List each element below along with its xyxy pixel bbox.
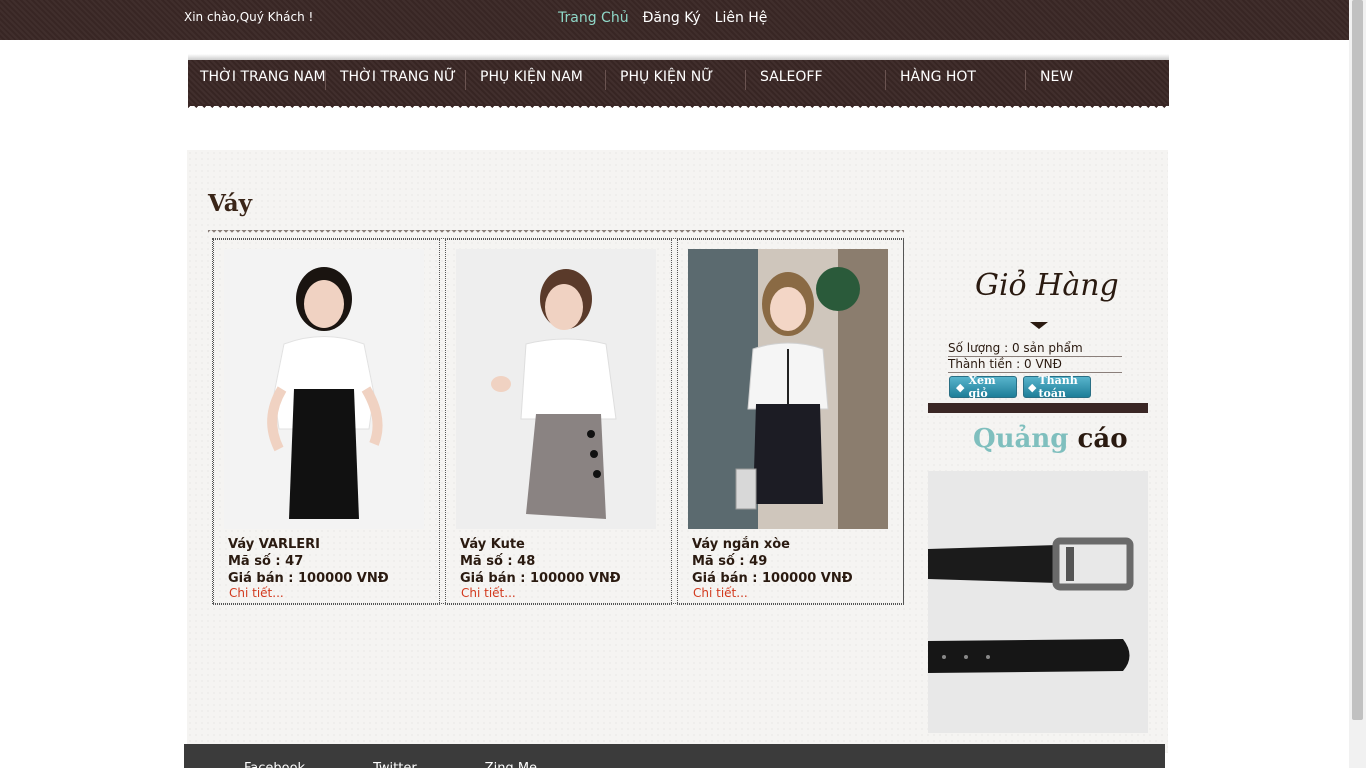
- nav-divider: [465, 70, 466, 90]
- product-card: Váy Kute Mã số : 48 Giá bán : 100000 VNĐ…: [445, 239, 672, 605]
- scrollbar-thumb[interactable]: [1352, 0, 1363, 720]
- product-detail-link[interactable]: Chi tiết...: [693, 586, 748, 600]
- ad-banner[interactable]: [928, 471, 1148, 733]
- nav-divider: [885, 70, 886, 90]
- nav-divider: [325, 70, 326, 90]
- ads-title-part1: Quảng: [973, 424, 1069, 454]
- greeting-text: Xin chào,Quý Khách !: [184, 10, 314, 24]
- home-link[interactable]: Trang Chủ: [558, 10, 629, 26]
- nav-item-hot[interactable]: HÀNG HOT: [900, 69, 1026, 86]
- checkout-label: Thanh toán: [1038, 374, 1078, 400]
- product-grid: Váy VARLERI Mã số : 47 Giá bán : 100000 …: [212, 238, 904, 605]
- nav-divider: [745, 70, 746, 90]
- view-cart-button[interactable]: ◆ Xem giỏ: [949, 374, 1017, 400]
- top-bar: Xin chào,Quý Khách ! Trang Chủ Đăng Ký L…: [0, 0, 1349, 40]
- product-card: Váy ngắn xòe Mã số : 49 Giá bán : 100000…: [677, 239, 904, 605]
- nav-bar: THỜI TRANG NAM THỜI TRANG NỮ PHỤ KIỆN NA…: [188, 60, 1169, 106]
- main-nav: THỜI TRANG NAM THỜI TRANG NỮ PHỤ KIỆN NA…: [188, 54, 1169, 112]
- ads-title: Quảng cáo: [973, 424, 1128, 454]
- product-detail-link[interactable]: Chi tiết...: [229, 586, 284, 600]
- product-image[interactable]: [456, 249, 656, 529]
- nav-item-women-accessories[interactable]: PHỤ KIỆN NỮ: [620, 69, 746, 86]
- register-link[interactable]: Đăng Ký: [643, 10, 701, 26]
- section-title: Váy: [208, 190, 253, 217]
- nav-item-men-accessories[interactable]: PHỤ KIỆN NAM: [480, 69, 606, 86]
- product-name: Váy Kute: [460, 537, 525, 552]
- nav-zigzag-edge: [188, 104, 1169, 112]
- sidebar-divider: [928, 403, 1148, 413]
- arrow-icon: ◆: [956, 380, 965, 394]
- cart-title: Giỏ Hàng: [975, 268, 1119, 303]
- nav-divider: [1025, 70, 1026, 90]
- product-image[interactable]: [688, 249, 888, 529]
- cart-total: Thành tiền : 0 VNĐ: [948, 357, 1122, 373]
- title-divider: [208, 230, 904, 236]
- main-content: Váy Váy VARLERI Mã số : 47 Giá bán : 100…: [187, 150, 1168, 753]
- nav-item-new[interactable]: NEW: [1040, 69, 1166, 86]
- ads-title-part2: cáo: [1077, 424, 1128, 454]
- top-links: Trang Chủ Đăng Ký Liên Hệ: [558, 10, 767, 26]
- checkout-button[interactable]: ◆ Thanh toán: [1023, 374, 1091, 400]
- cart-arrow-icon: [1030, 322, 1048, 329]
- product-image[interactable]: [224, 249, 424, 529]
- product-detail-link[interactable]: Chi tiết...: [461, 586, 516, 600]
- facebook-link[interactable]: Facebook: [244, 761, 305, 776]
- twitter-link[interactable]: Twitter: [373, 761, 417, 776]
- nav-item-men-fashion[interactable]: THỜI TRANG NAM: [200, 69, 326, 86]
- product-code: Mã số : 48: [460, 554, 536, 569]
- nav-item-women-fashion[interactable]: THỜI TRANG NỮ: [340, 69, 466, 86]
- product-name: Váy VARLERI: [228, 537, 320, 552]
- zingme-link[interactable]: Zing Me: [485, 761, 537, 776]
- cart-quantity: Số lượng : 0 sản phẩm: [948, 341, 1122, 357]
- footer-links: Facebook Twitter Zing Me: [244, 761, 537, 776]
- product-code: Mã số : 47: [228, 554, 304, 569]
- view-cart-label: Xem giỏ: [968, 374, 996, 400]
- product-name: Váy ngắn xòe: [692, 537, 790, 552]
- footer: Facebook Twitter Zing Me: [184, 744, 1165, 776]
- contact-link[interactable]: Liên Hệ: [715, 10, 768, 26]
- product-price: Giá bán : 100000 VNĐ: [228, 571, 389, 586]
- arrow-icon: ◆: [1028, 380, 1037, 394]
- nav-divider: [605, 70, 606, 90]
- product-code: Mã số : 49: [692, 554, 768, 569]
- product-card: Váy VARLERI Mã số : 47 Giá bán : 100000 …: [213, 239, 440, 605]
- product-price: Giá bán : 100000 VNĐ: [692, 571, 853, 586]
- nav-item-saleoff[interactable]: SALEOFF: [760, 69, 886, 86]
- product-price: Giá bán : 100000 VNĐ: [460, 571, 621, 586]
